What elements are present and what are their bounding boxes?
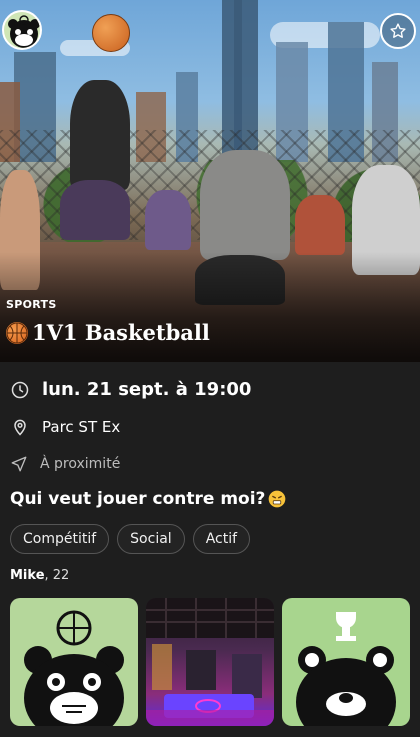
star-icon bbox=[390, 23, 406, 38]
event-hero-image bbox=[0, 0, 420, 362]
host-name-age: Mike, 22 bbox=[10, 568, 69, 583]
event-location: Parc ST Ex bbox=[42, 418, 121, 436]
event-location-row[interactable]: Parc ST Ex bbox=[10, 417, 120, 437]
event-category: SPORTS bbox=[6, 298, 57, 311]
host-photo[interactable] bbox=[10, 598, 138, 726]
venue-photo[interactable] bbox=[146, 598, 274, 726]
question-text: Qui veut jouer contre moi? bbox=[10, 489, 266, 509]
basketball-icon bbox=[6, 321, 28, 344]
event-question: Qui veut jouer contre moi? bbox=[10, 489, 287, 509]
event-title: 1V1 Basketball bbox=[32, 320, 210, 345]
favorite-button[interactable] bbox=[380, 13, 416, 49]
arcade-interior-image bbox=[146, 598, 274, 726]
host-age: , 22 bbox=[44, 568, 70, 583]
tag-social[interactable]: Social bbox=[117, 524, 185, 554]
host-name: Mike bbox=[10, 568, 45, 583]
event-date: lun. 21 sept. à 19:00 bbox=[42, 379, 252, 400]
bear-illustration-icon bbox=[24, 610, 124, 726]
proximity-row: À proximité bbox=[10, 455, 120, 473]
navigation-arrow-icon bbox=[11, 456, 27, 472]
host-avatar[interactable] bbox=[2, 10, 42, 50]
event-date-row: lun. 21 sept. à 19:00 bbox=[10, 379, 251, 400]
clock-icon bbox=[11, 381, 29, 398]
event-tags: Compétitif Social Actif bbox=[10, 524, 251, 554]
host-photo[interactable] bbox=[282, 598, 410, 726]
map-pin-icon bbox=[14, 419, 26, 436]
tag-actif[interactable]: Actif bbox=[192, 524, 251, 554]
tag-competitif[interactable]: Compétitif bbox=[10, 524, 110, 554]
bear-trophy-illustration-icon bbox=[296, 612, 396, 726]
frustrated-face-icon bbox=[269, 490, 286, 508]
event-title-row: 1V1 Basketball bbox=[6, 320, 210, 345]
host-photos bbox=[10, 598, 410, 726]
proximity-label: À proximité bbox=[40, 456, 121, 472]
